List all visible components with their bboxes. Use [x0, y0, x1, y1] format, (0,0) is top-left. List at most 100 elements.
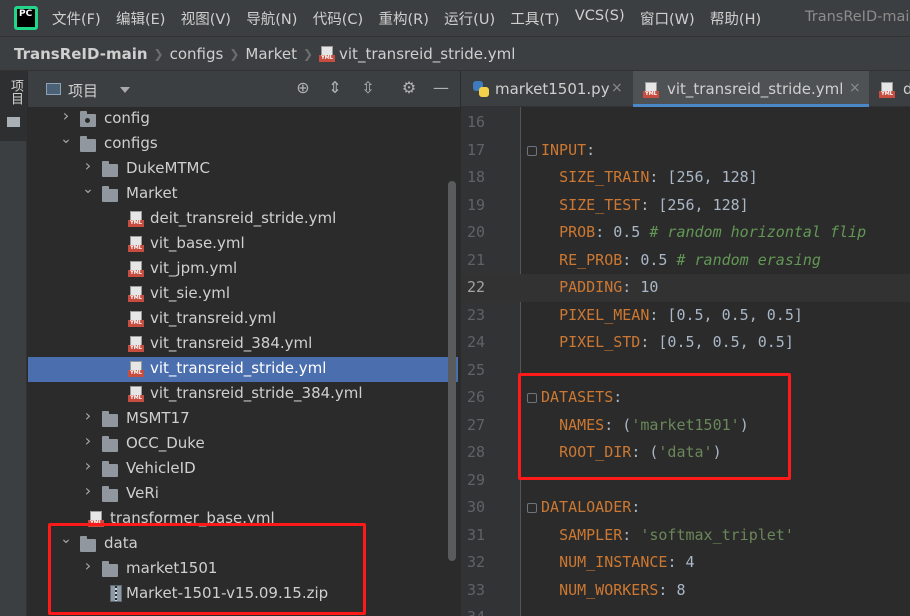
pycharm-logo-icon[interactable]: PC [14, 6, 38, 30]
file-node[interactable]: YML vit_transreid_stride_384.yml [28, 382, 458, 407]
file-node[interactable]: YML vit_transreid.yml [28, 307, 458, 332]
file-node[interactable]: YML vit_base.yml [28, 232, 458, 257]
project-panel-title[interactable]: 项目 [68, 80, 98, 101]
yml-file-icon: YML [128, 386, 144, 402]
folder-node[interactable]: › DukeMTMC [28, 157, 458, 182]
folder-node[interactable]: › VeRi [28, 482, 458, 507]
code-line[interactable]: 16 [461, 109, 910, 137]
tree-item-label: vit_sie.yml [150, 284, 231, 302]
code-line[interactable]: 23 PIXEL_MEAN: [0.5, 0.5, 0.5] [461, 302, 910, 330]
chevron-right-icon[interactable]: › [82, 433, 94, 449]
project-tool-tab[interactable]: 项目 [0, 71, 27, 141]
code-line[interactable]: 34 [461, 604, 910, 616]
code-line[interactable]: 21 RE_PROB: 0.5 # random erasing [461, 247, 910, 275]
editor-tab[interactable]: YML d [869, 71, 910, 107]
fold-icon[interactable] [527, 503, 537, 513]
expand-all-icon[interactable]: ⇕ [326, 79, 344, 97]
editor-tab[interactable]: YML vit_transreid_stride.yml × [633, 71, 869, 107]
menu-item[interactable]: VCS(S) [575, 8, 625, 29]
yml-file-icon: YML [128, 336, 144, 352]
file-node[interactable]: YML vit_jpm.yml [28, 257, 458, 282]
line-number: 28 [466, 443, 485, 461]
code-line[interactable]: 19 SIZE_TEST: [256, 128] [461, 192, 910, 220]
folder-node[interactable]: › OCC_Duke [28, 432, 458, 457]
locate-icon[interactable]: ⊕ [294, 79, 312, 97]
yml-file-icon: YML [128, 211, 144, 227]
collapse-all-icon[interactable]: ⇳ [359, 79, 377, 97]
code-line[interactable]: 24 PIXEL_STD: [0.5, 0.5, 0.5] [461, 329, 910, 357]
breadcrumb-separator-icon: ❯ [153, 46, 164, 61]
menu-item[interactable]: 帮助(H) [710, 8, 761, 29]
code-line[interactable]: 31 SAMPLER: 'softmax_triplet' [461, 522, 910, 550]
code-text: SAMPLER: 'softmax_triplet' [559, 525, 794, 544]
chevron-right-icon[interactable]: › [82, 408, 94, 424]
chevron-right-icon[interactable]: › [60, 108, 72, 124]
code-text: PIXEL_STD: [0.5, 0.5, 0.5] [559, 333, 794, 351]
fold-icon[interactable] [527, 145, 537, 156]
editor-tab[interactable]: market1501.py × [461, 71, 631, 107]
chevron-right-icon[interactable]: › [82, 458, 94, 474]
editor-tab-label: market1501.py [495, 80, 610, 98]
line-number: 33 [466, 580, 485, 599]
tree-item-label: DukeMTMC [126, 159, 210, 177]
yml-file-icon: YML [319, 45, 336, 62]
file-node[interactable]: YML vit_sie.yml [28, 282, 458, 307]
tree-item-label: configs [104, 134, 158, 152]
menu-item[interactable]: 导航(N) [246, 8, 297, 29]
folder-node[interactable]: › VehicleID [28, 457, 458, 482]
folder-icon [80, 111, 96, 127]
breadcrumb-item[interactable]: TransReID-main [14, 45, 148, 63]
folder-node[interactable]: ⌄ configs [28, 132, 458, 157]
close-icon[interactable]: × [849, 80, 861, 96]
highlight-box-datasets [518, 373, 791, 480]
code-line[interactable]: 33 NUM_WORKERS: 8 [461, 577, 910, 605]
folder-node[interactable]: › config [28, 107, 458, 132]
minimize-icon[interactable]: — [432, 79, 450, 97]
breadcrumb-item[interactable]: vit_transreid_stride.yml [339, 45, 515, 63]
code-text: SIZE_TRAIN: [256, 128] [559, 168, 758, 186]
file-node[interactable]: YML deit_transreid_stride.yml [28, 207, 458, 232]
line-number: 31 [466, 525, 485, 544]
menu-item[interactable]: 代码(C) [313, 8, 363, 29]
chevron-down-icon[interactable]: ⌄ [82, 182, 94, 196]
chevron-down-icon[interactable] [120, 87, 130, 93]
yml-file-icon: YML [128, 261, 144, 277]
menu-item[interactable]: 工具(T) [510, 8, 559, 29]
menu-item[interactable]: 编辑(E) [116, 8, 165, 29]
yml-file-icon: YML [643, 82, 659, 98]
tree-item-label: VeRi [126, 484, 159, 502]
menu-item[interactable]: 重构(R) [378, 8, 428, 29]
file-node[interactable]: YML vit_transreid_384.yml [28, 332, 458, 357]
settings-icon[interactable]: ⚙ [400, 79, 418, 97]
folder-icon [102, 461, 118, 477]
chevron-right-icon[interactable]: › [82, 158, 94, 174]
code-text: PROB: 0.5 # random horizontal flip [559, 223, 867, 241]
project-scrollbar[interactable] [448, 181, 456, 561]
close-icon[interactable]: × [611, 80, 623, 96]
menu-item[interactable]: 文件(F) [52, 8, 101, 29]
breadcrumb-item[interactable]: configs [170, 45, 224, 63]
chevron-right-icon[interactable]: › [82, 483, 94, 499]
breadcrumb-separator-icon: ❯ [229, 46, 240, 61]
editor-tab-label: d [903, 80, 910, 98]
code-line[interactable]: 22 PADDING: 10 [461, 274, 910, 302]
code-view[interactable]: 16 17 INPUT: 18 SIZE_TRAIN: [256, 128] 19 SI… [461, 107, 910, 616]
code-line[interactable]: 20 PROB: 0.5 # random horizontal flip [461, 219, 910, 247]
code-line[interactable]: 17 INPUT: [461, 137, 910, 165]
file-node[interactable]: YML vit_transreid_stride.yml [28, 357, 458, 382]
line-number: 16 [466, 113, 485, 131]
line-number: 29 [466, 470, 485, 489]
code-line[interactable]: 32 NUM_INSTANCE: 4 [461, 549, 910, 577]
folder-icon [80, 136, 96, 152]
code-line[interactable]: 30 DATALOADER: [461, 494, 910, 522]
yml-file-icon: YML [128, 286, 144, 302]
menu-item[interactable]: 窗口(W) [640, 8, 695, 29]
folder-node[interactable]: › MSMT17 [28, 407, 458, 432]
breadcrumb-item[interactable]: Market [245, 45, 297, 63]
menu-item[interactable]: 视图(V) [181, 8, 231, 29]
menu-item[interactable]: 运行(U) [444, 8, 495, 29]
code-line[interactable]: 18 SIZE_TRAIN: [256, 128] [461, 164, 910, 192]
yml-file-icon: YML [128, 236, 144, 252]
chevron-down-icon[interactable]: ⌄ [60, 132, 72, 146]
folder-node[interactable]: ⌄ Market [28, 182, 458, 207]
